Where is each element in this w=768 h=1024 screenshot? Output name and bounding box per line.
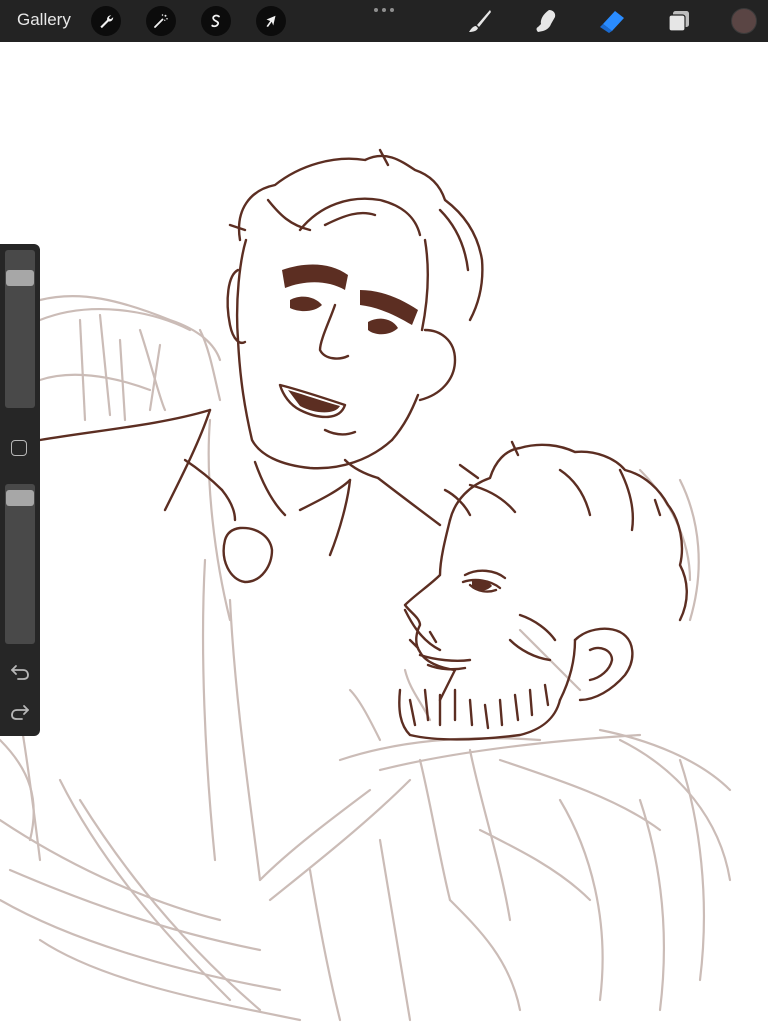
brush-sidebar [0, 244, 40, 736]
artwork [0, 148, 732, 1022]
lineart-layer [38, 148, 688, 741]
arrow-cursor-icon [266, 15, 276, 27]
gallery-button[interactable]: Gallery [17, 10, 71, 30]
brush-size-thumb[interactable] [6, 270, 34, 286]
brush-size-slider[interactable] [5, 250, 35, 408]
layers-button[interactable] [665, 7, 693, 35]
selection-button[interactable] [201, 6, 231, 36]
transform-button[interactable] [256, 6, 286, 36]
drawing-canvas[interactable] [0, 42, 768, 1024]
smudge-finger-icon [536, 10, 556, 32]
eraser-button[interactable] [598, 7, 626, 35]
wrench-icon [100, 15, 114, 29]
opacity-slider[interactable] [5, 484, 35, 644]
sketch-layer [0, 294, 732, 1022]
adjustments-button[interactable] [146, 6, 176, 36]
actions-button[interactable] [91, 6, 121, 36]
magic-wand-icon [154, 14, 168, 28]
color-picker-swatch[interactable] [731, 8, 757, 34]
redo-icon[interactable] [9, 702, 31, 722]
smudge-button[interactable] [532, 7, 560, 35]
top-toolbar: Gallery [0, 0, 768, 42]
opacity-thumb[interactable] [6, 490, 34, 506]
lineart-fills [282, 264, 492, 591]
brush-icon [469, 10, 491, 32]
modify-button[interactable] [11, 440, 27, 456]
eraser-icon [600, 11, 624, 33]
more-options-icon[interactable] [372, 6, 396, 14]
layers-icon [668, 11, 689, 32]
selection-s-icon [211, 14, 220, 28]
brush-button[interactable] [466, 7, 494, 35]
undo-icon[interactable] [9, 662, 31, 682]
